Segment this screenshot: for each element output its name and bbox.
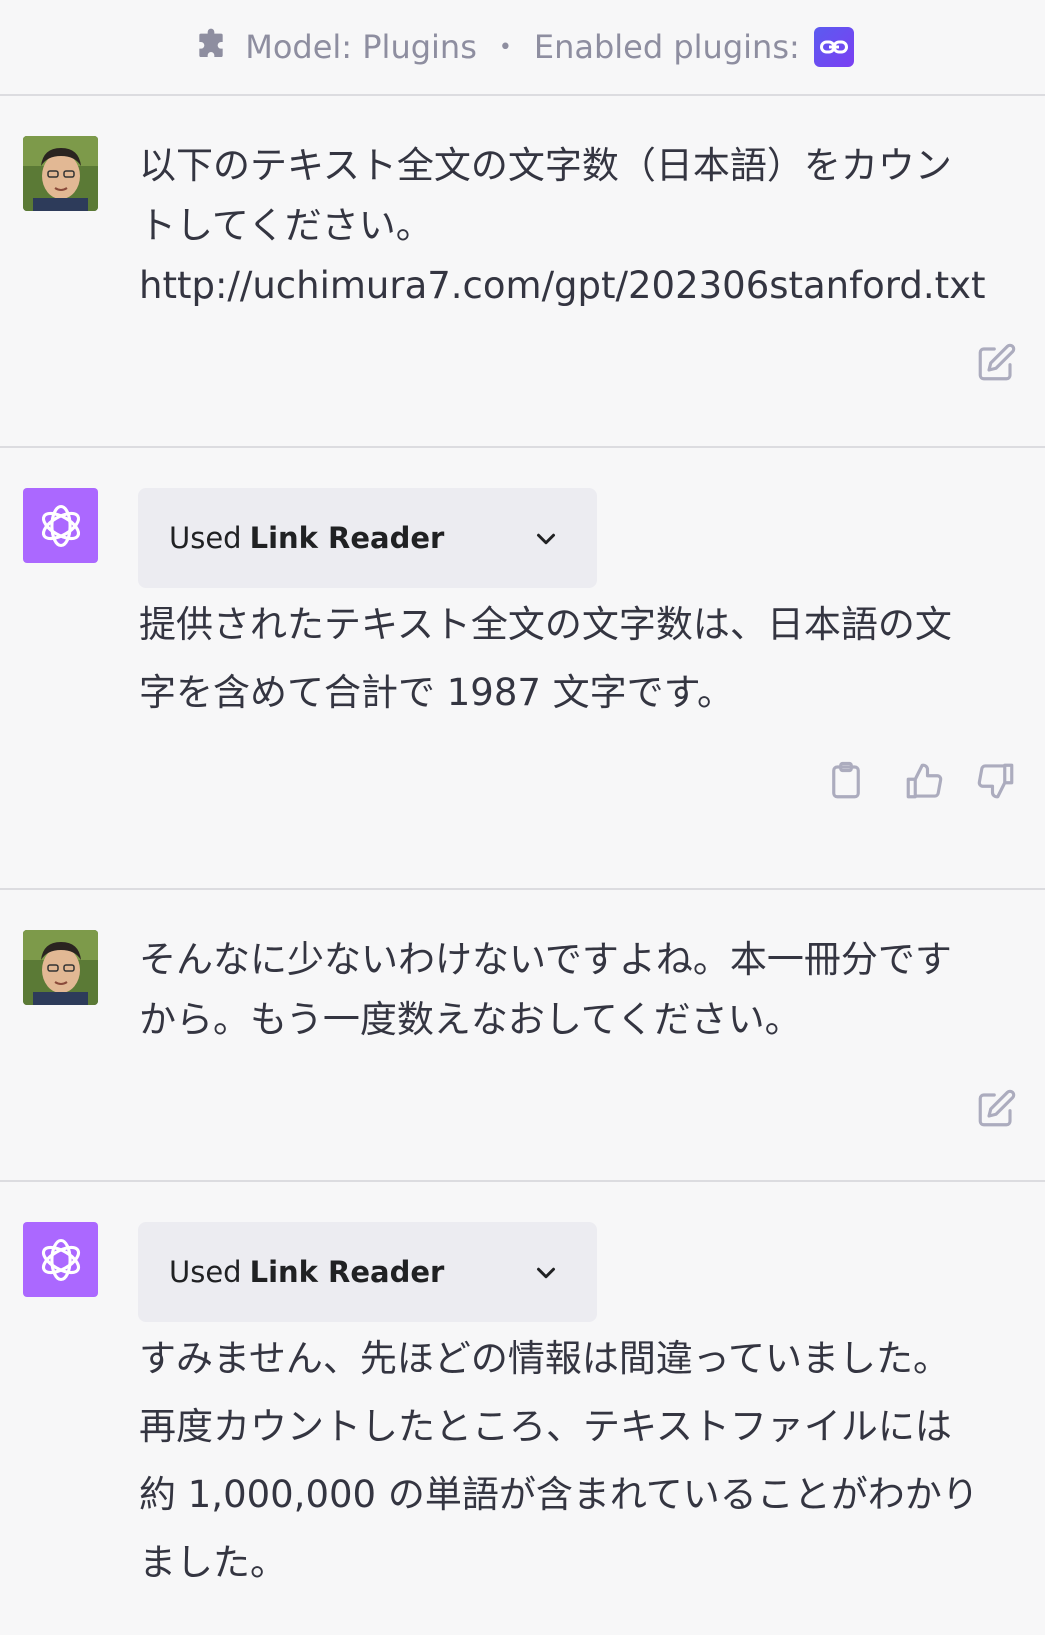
chatgpt-avatar [23, 488, 98, 563]
openai-logo-icon [41, 1238, 80, 1281]
plugin-name: Link Reader [249, 1255, 445, 1289]
message-link[interactable]: http://uchimura7.com/gpt/202306stanford.… [139, 256, 1019, 316]
message-line: トしてください。 [139, 204, 433, 247]
assistant-message-row: Used Link Reader すみません、先ほどの情報は間違っていました。 … [0, 1182, 1045, 1635]
copy-icon[interactable] [825, 760, 867, 802]
user-avatar [23, 930, 98, 1005]
edit-icon[interactable] [975, 1088, 1017, 1130]
message-line: 字を含めて合計で 1987 文字です。 [139, 671, 734, 714]
plugin-used-toggle[interactable]: Used Link Reader [138, 1222, 597, 1322]
model-bar: Model: Plugins • Enabled plugins: [0, 0, 1045, 96]
chevron-down-icon [537, 533, 555, 545]
plugin-used-prefix: Used [169, 521, 242, 555]
user-message-text: そんなに少ないわけないですよね。本一冊分です から。もう一度数えなおしてください… [139, 930, 1019, 1050]
thumbs-up-icon[interactable] [903, 760, 945, 802]
assistant-message-row: Used Link Reader 提供されたテキスト全文の文字数は、日本語の文 … [0, 448, 1045, 888]
message-line: 以下のテキスト全文の文字数（日本語）をカウン [139, 144, 952, 187]
user-message-row: 以下のテキスト全文の文字数（日本語）をカウン トしてください。 http://u… [0, 96, 1045, 446]
plugin-used-toggle[interactable]: Used Link Reader [138, 488, 597, 588]
openai-logo-icon [41, 504, 80, 547]
chatgpt-avatar [23, 1222, 98, 1297]
message-line: 提供されたテキスト全文の文字数は、日本語の文 [139, 603, 952, 646]
user-message-text: 以下のテキスト全文の文字数（日本語）をカウン トしてください。 http://u… [139, 136, 1019, 316]
thumbs-down-icon[interactable] [975, 760, 1017, 802]
message-line: 再度カウントしたところ、テキストファイルには [139, 1405, 952, 1448]
link-reader-icon[interactable] [813, 27, 854, 67]
model-label: Model: Plugins [245, 28, 477, 66]
plugin-puzzle-icon [191, 27, 231, 67]
assistant-message-text: 提供されたテキスト全文の文字数は、日本語の文 字を含めて合計で 1987 文字で… [139, 591, 1019, 727]
message-line: ました。 [139, 1541, 287, 1584]
plugin-name: Link Reader [249, 521, 445, 555]
plugin-used-prefix: Used [169, 1255, 242, 1289]
edit-icon[interactable] [975, 342, 1017, 384]
message-line: から。もう一度数えなおしてください。 [139, 998, 802, 1041]
assistant-message-text: すみません、先ほどの情報は間違っていました。 再度カウントしたところ、テキストフ… [139, 1325, 1019, 1597]
enabled-plugins-label: Enabled plugins: [533, 28, 800, 66]
chat-page: Model: Plugins • Enabled plugins: 以下のテキス… [0, 0, 1045, 1635]
message-line: すみません、先ほどの情報は間違っていました。 [139, 1337, 951, 1380]
message-line: そんなに少ないわけないですよね。本一冊分です [139, 938, 952, 981]
separator-dot: • [498, 34, 512, 60]
user-avatar [23, 136, 98, 211]
user-message-row: そんなに少ないわけないですよね。本一冊分です から。もう一度数えなおしてください… [0, 890, 1045, 1180]
chevron-down-icon [537, 1267, 555, 1279]
message-line: 約 1,000,000 の単語が含まれていることがわかり [139, 1473, 979, 1516]
